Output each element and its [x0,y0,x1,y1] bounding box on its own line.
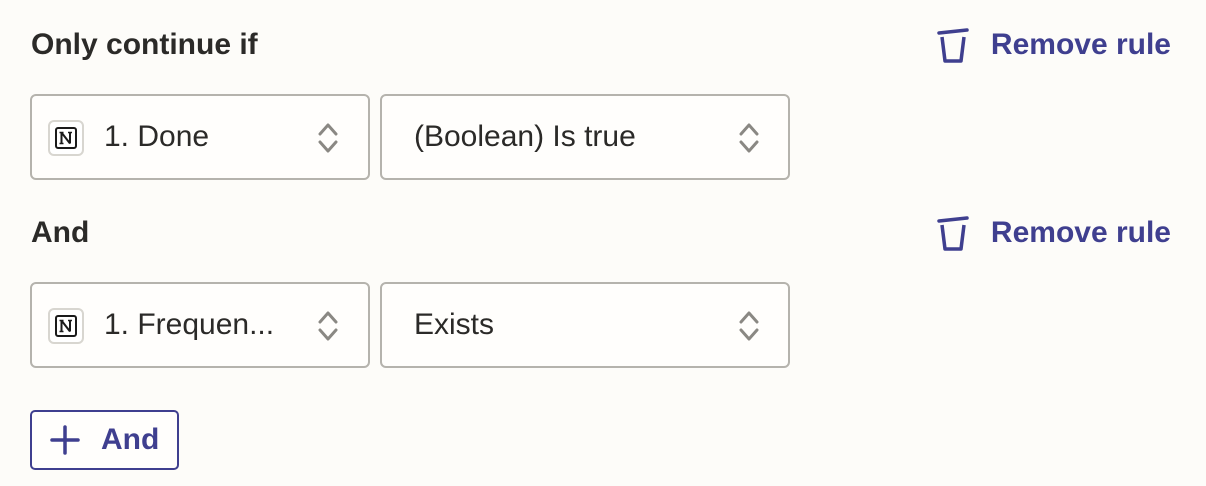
rule-1-field-select[interactable]: 1. Done [30,94,370,180]
chevron-updown-icon [318,311,338,341]
rule-2-title: And [31,216,90,249]
remove-rule-2-label: Remove rule [990,216,1171,249]
rule-1-condition-select[interactable]: (Boolean) Is true [380,94,790,180]
rule-1-header: Only continue if Remove rule [31,25,1181,65]
trash-icon [933,25,973,65]
remove-rule-1-button[interactable]: Remove rule [933,25,1171,65]
rule-1-title: Only continue if [31,28,258,61]
rule-2-header: And Remove rule [31,213,1181,253]
rule-1-condition-label: (Boolean) Is true [414,120,636,153]
notion-icon [48,120,84,156]
notion-icon [48,308,84,344]
add-and-condition-button[interactable]: And [30,410,179,470]
add-and-label: And [101,423,160,456]
rule-1-field-label: 1. Done [104,120,210,153]
remove-rule-1-label: Remove rule [990,28,1171,61]
chevron-updown-icon [739,123,759,153]
chevron-updown-icon [318,123,338,153]
rule-2-field-label: 1. Frequen... [104,308,275,341]
remove-rule-2-button[interactable]: Remove rule [933,213,1171,253]
chevron-updown-icon [739,311,759,341]
rule-2-condition-label: Exists [414,308,495,341]
trash-icon [933,213,973,253]
rule-2-field-select[interactable]: 1. Frequen... [30,282,370,368]
rule-2-condition-select[interactable]: Exists [380,282,790,368]
plus-icon [50,425,80,455]
